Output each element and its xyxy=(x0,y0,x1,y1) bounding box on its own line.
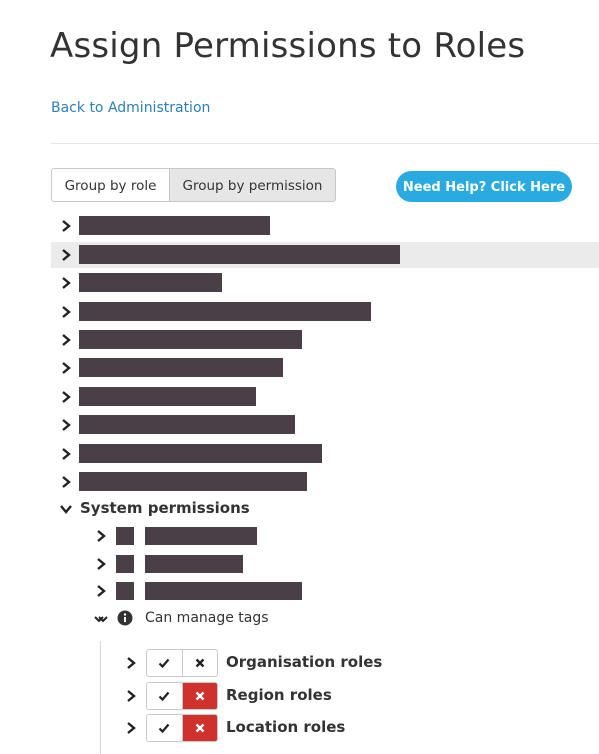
permission-group-row[interactable] xyxy=(51,213,599,239)
check-icon xyxy=(158,691,170,702)
grouping-toggle: Group by role Group by permission xyxy=(51,168,336,202)
role-type-label: Organisation roles xyxy=(226,653,383,671)
divider xyxy=(51,143,599,144)
redacted-label xyxy=(79,358,283,377)
chevron-right-icon[interactable] xyxy=(94,529,108,543)
group-by-role-button[interactable]: Group by role xyxy=(51,168,170,202)
permission-group-row[interactable] xyxy=(51,412,599,438)
can-manage-tags-label: Can manage tags xyxy=(145,610,269,626)
chevron-right-icon[interactable] xyxy=(59,390,73,404)
redacted-label xyxy=(145,527,257,545)
check-icon xyxy=(158,723,170,734)
redacted-label xyxy=(79,330,302,349)
permission-group-row[interactable] xyxy=(51,441,599,467)
chevron-right-icon[interactable] xyxy=(59,475,73,489)
redacted-label xyxy=(79,302,371,321)
redacted-icon xyxy=(116,527,134,545)
redacted-label xyxy=(79,273,222,292)
redacted-label xyxy=(79,472,307,491)
permission-group-row[interactable] xyxy=(51,469,599,495)
allow-button[interactable] xyxy=(147,683,183,709)
chevron-right-icon[interactable] xyxy=(124,656,138,670)
permission-group-row[interactable] xyxy=(51,242,599,268)
need-help-button[interactable]: Need Help? Click Here xyxy=(396,171,572,202)
role-type-row-location[interactable]: Location roles xyxy=(120,713,450,742)
page-title: Assign Permissions to Roles xyxy=(50,26,526,66)
redacted-icon xyxy=(116,555,134,573)
allow-button[interactable] xyxy=(147,650,183,676)
chevron-right-icon[interactable] xyxy=(59,248,73,262)
permission-group-row[interactable] xyxy=(51,355,599,381)
x-icon xyxy=(195,658,205,668)
deny-button[interactable] xyxy=(182,683,217,709)
group-by-permission-button[interactable]: Group by permission xyxy=(170,168,336,202)
can-manage-tags-row[interactable]: Can manage tags xyxy=(90,607,390,631)
system-permission-row[interactable] xyxy=(90,579,320,603)
chevron-down-icon[interactable] xyxy=(59,502,73,516)
permission-group-row[interactable] xyxy=(51,270,599,296)
chevron-down-icon[interactable] xyxy=(94,613,108,627)
redacted-label xyxy=(79,216,270,235)
role-type-label: Location roles xyxy=(226,718,346,736)
role-type-row-organisation[interactable]: Organisation roles xyxy=(120,648,450,677)
allow-button[interactable] xyxy=(147,715,183,741)
system-permissions-label[interactable]: System permissions xyxy=(80,499,250,517)
redacted-label xyxy=(79,387,256,406)
chevron-right-icon[interactable] xyxy=(59,447,73,461)
info-icon[interactable] xyxy=(117,610,133,626)
chevron-right-icon[interactable] xyxy=(124,721,138,735)
chevron-right-icon[interactable] xyxy=(59,276,73,290)
permission-toggle xyxy=(146,682,218,710)
redacted-label xyxy=(145,582,302,600)
chevron-right-icon[interactable] xyxy=(59,333,73,347)
redacted-label xyxy=(79,415,295,434)
role-type-label: Region roles xyxy=(226,686,332,704)
permission-group-row[interactable] xyxy=(51,327,599,353)
permission-group-row[interactable] xyxy=(51,384,599,410)
x-icon xyxy=(195,723,205,733)
permission-group-row[interactable] xyxy=(51,299,599,325)
chevron-right-icon[interactable] xyxy=(94,557,108,571)
tree-guide-line xyxy=(100,641,101,754)
back-to-administration-link[interactable]: Back to Administration xyxy=(51,100,210,116)
chevron-right-icon[interactable] xyxy=(94,584,108,598)
role-type-row-region[interactable]: Region roles xyxy=(120,681,450,710)
deny-button[interactable] xyxy=(183,650,218,676)
redacted-label xyxy=(145,555,243,573)
check-icon xyxy=(158,658,170,669)
redacted-label xyxy=(79,245,400,264)
x-icon xyxy=(195,691,205,701)
redacted-icon xyxy=(116,582,134,600)
system-permission-row[interactable] xyxy=(90,524,320,548)
permission-toggle xyxy=(146,714,218,742)
deny-button[interactable] xyxy=(182,715,217,741)
redacted-label xyxy=(79,444,322,463)
chevron-right-icon[interactable] xyxy=(124,689,138,703)
chevron-right-icon[interactable] xyxy=(59,361,73,375)
chevron-right-icon[interactable] xyxy=(59,305,73,319)
permission-toggle xyxy=(146,649,218,677)
chevron-right-icon[interactable] xyxy=(59,219,73,233)
system-permission-row[interactable] xyxy=(90,552,320,576)
chevron-right-icon[interactable] xyxy=(59,418,73,432)
